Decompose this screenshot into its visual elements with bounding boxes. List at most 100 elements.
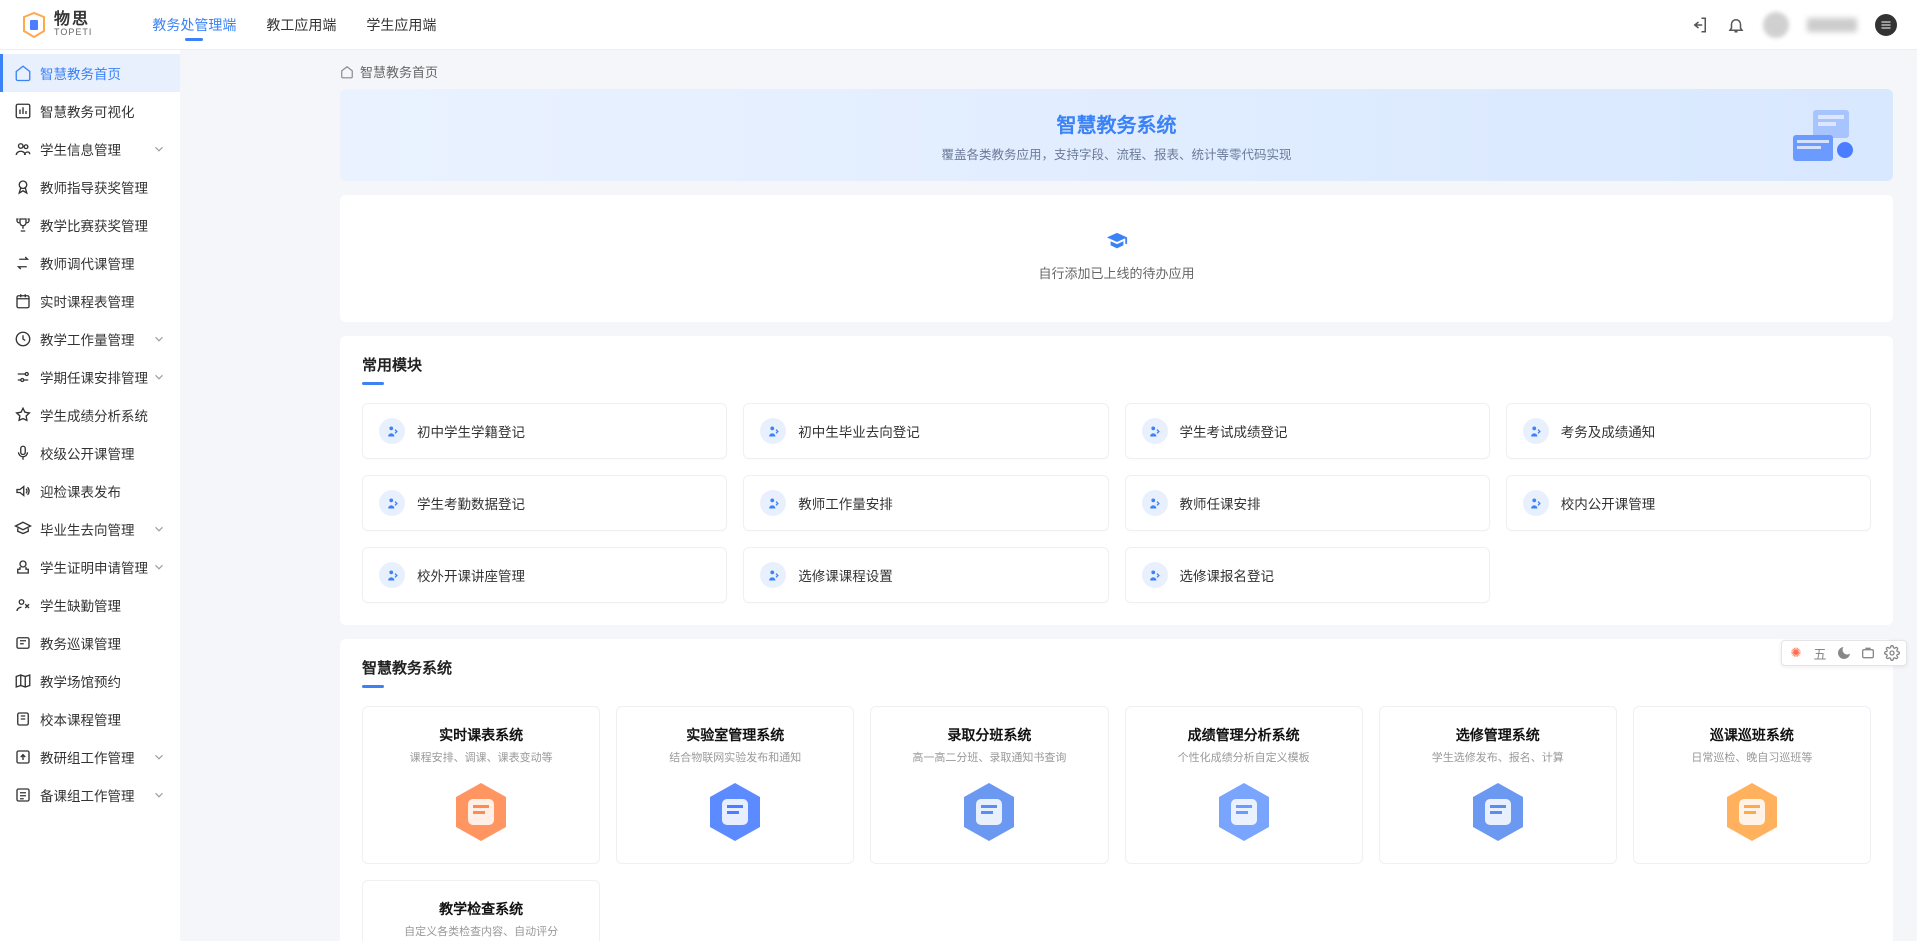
- system-subtitle: 学生选修发布、报名、计算: [1390, 749, 1606, 765]
- banner-illustration-icon: [1783, 100, 1863, 170]
- toolkit-icon[interactable]: [1860, 645, 1876, 661]
- logo-text-cn: 物思: [54, 12, 92, 28]
- system-card-3[interactable]: 成绩管理分析系统个性化成绩分析自定义模板: [1125, 706, 1363, 864]
- person-icon: [760, 562, 786, 588]
- top-tabs: 教务处管理端 教工应用端 学生应用端: [152, 1, 436, 49]
- person-icon: [379, 418, 405, 444]
- sidebar-item-16[interactable]: 教学场馆预约: [0, 662, 180, 700]
- module-card-2[interactable]: 学生考试成绩登记: [1125, 403, 1490, 459]
- sidebar-item-13[interactable]: 学生证明申请管理: [0, 548, 180, 586]
- system-card-5[interactable]: 巡课巡班系统日常巡检、晚自习巡班等: [1633, 706, 1871, 864]
- chevron-down-icon: [152, 788, 166, 802]
- map-icon: [14, 672, 32, 690]
- ime-toolbar: ✺ 五: [1781, 640, 1907, 666]
- sidebar-item-2[interactable]: 学生信息管理: [0, 130, 180, 168]
- module-label: 学生考试成绩登记: [1180, 421, 1288, 441]
- username-blur: [1807, 18, 1857, 32]
- banner-subtitle: 覆盖各类教务应用，支持字段、流程、报表、统计等零代码实现: [370, 144, 1863, 163]
- sidebar-item-10[interactable]: 校级公开课管理: [0, 434, 180, 472]
- sidebar-item-label: 学生缺勤管理: [40, 595, 121, 615]
- sound-icon: [14, 482, 32, 500]
- grad-icon: [14, 520, 32, 538]
- person-icon: [760, 418, 786, 444]
- sidebar-item-12[interactable]: 毕业生去向管理: [0, 510, 180, 548]
- tab-student[interactable]: 学生应用端: [366, 1, 436, 49]
- sidebar-item-17[interactable]: 校本课程管理: [0, 700, 180, 738]
- module-card-0[interactable]: 初中学生学籍登记: [362, 403, 727, 459]
- module-label: 初中生毕业去向登记: [798, 421, 920, 441]
- avatar[interactable]: [1763, 12, 1789, 38]
- sidebar-item-0[interactable]: 智慧教务首页: [0, 54, 180, 92]
- sidebar-item-14[interactable]: 学生缺勤管理: [0, 586, 180, 624]
- sidebar-item-18[interactable]: 教研组工作管理: [0, 738, 180, 776]
- common-modules-section: 常用模块 初中学生学籍登记初中生毕业去向登记学生考试成绩登记考务及成绩通知学生考…: [340, 336, 1893, 625]
- exit-icon[interactable]: [1691, 16, 1709, 34]
- system-subtitle: 结合物联网实验发布和通知: [627, 749, 843, 765]
- system-subtitle: 课程安排、调课、课表变动等: [373, 749, 589, 765]
- module-label: 学生考勤数据登记: [417, 493, 525, 513]
- module-card-5[interactable]: 教师工作量安排: [743, 475, 1108, 531]
- module-card-3[interactable]: 考务及成绩通知: [1506, 403, 1871, 459]
- system-illustration-icon: [446, 777, 516, 847]
- tab-teacher[interactable]: 教工应用端: [266, 1, 336, 49]
- system-card-2[interactable]: 录取分班系统高一高二分班、录取通知书查询: [870, 706, 1108, 864]
- chevron-down-icon: [152, 560, 166, 574]
- sidebar-item-4[interactable]: 教学比赛获奖管理: [0, 206, 180, 244]
- person-icon: [760, 490, 786, 516]
- book-icon: [14, 710, 32, 728]
- module-card-4[interactable]: 学生考勤数据登记: [362, 475, 727, 531]
- bell-icon[interactable]: [1727, 16, 1745, 34]
- chevron-down-icon: [152, 750, 166, 764]
- sidebar-item-8[interactable]: 学期任课安排管理: [0, 358, 180, 396]
- system-title: 成绩管理分析系统: [1136, 725, 1352, 745]
- calendar-icon: [14, 292, 32, 310]
- sidebar-item-19[interactable]: 备课组工作管理: [0, 776, 180, 814]
- sidebar-item-1[interactable]: 智慧教务可视化: [0, 92, 180, 130]
- tab-admin[interactable]: 教务处管理端: [152, 1, 236, 49]
- swap-icon: [14, 254, 32, 272]
- system-subtitle: 高一高二分班、录取通知书查询: [881, 749, 1097, 765]
- main-content: 智慧教务首页 智慧教务系统 覆盖各类教务应用，支持字段、流程、报表、统计等零代码…: [180, 50, 1917, 941]
- menu-badge-icon[interactable]: [1875, 14, 1897, 36]
- person-icon: [379, 562, 405, 588]
- systems-section: 智慧教务系统 实时课表系统课程安排、调课、课表变动等实验室管理系统结合物联网实验…: [340, 639, 1893, 941]
- sidebar-item-label: 教师调代课管理: [40, 253, 135, 273]
- sidebar-item-label: 教学场馆预约: [40, 671, 121, 691]
- person-icon: [1142, 490, 1168, 516]
- breadcrumb-label: 智慧教务首页: [360, 62, 438, 81]
- clock-icon: [14, 330, 32, 348]
- sidebar-item-label: 教务巡课管理: [40, 633, 121, 653]
- chevron-down-icon: [152, 332, 166, 346]
- module-card-7[interactable]: 校内公开课管理: [1506, 475, 1871, 531]
- sidebar-item-11[interactable]: 迎检课表发布: [0, 472, 180, 510]
- gear-icon[interactable]: [1884, 645, 1900, 661]
- sidebar-item-label: 教师指导获奖管理: [40, 177, 148, 197]
- sidebar-item-3[interactable]: 教师指导获奖管理: [0, 168, 180, 206]
- system-illustration-icon: [954, 777, 1024, 847]
- ime-label[interactable]: 五: [1812, 645, 1828, 661]
- module-label: 校外开课讲座管理: [417, 565, 525, 585]
- trophy-icon: [14, 216, 32, 234]
- system-card-0[interactable]: 实时课表系统课程安排、调课、课表变动等: [362, 706, 600, 864]
- sidebar-item-5[interactable]: 教师调代课管理: [0, 244, 180, 282]
- sidebar-item-9[interactable]: 学生成绩分析系统: [0, 396, 180, 434]
- system-card-4[interactable]: 选修管理系统学生选修发布、报名、计算: [1379, 706, 1617, 864]
- module-card-10[interactable]: 选修课报名登记: [1125, 547, 1490, 603]
- sidebar-item-15[interactable]: 教务巡课管理: [0, 624, 180, 662]
- paw-icon[interactable]: ✺: [1788, 645, 1804, 661]
- module-card-6[interactable]: 教师任课安排: [1125, 475, 1490, 531]
- header-right: [1691, 12, 1897, 38]
- moon-icon[interactable]: [1836, 645, 1852, 661]
- section-title-systems: 智慧教务系统: [362, 657, 1871, 688]
- sidebar-item-label: 学期任课安排管理: [40, 367, 148, 387]
- module-label: 选修课课程设置: [798, 565, 893, 585]
- module-card-8[interactable]: 校外开课讲座管理: [362, 547, 727, 603]
- system-card-1[interactable]: 实验室管理系统结合物联网实验发布和通知: [616, 706, 854, 864]
- module-card-9[interactable]: 选修课课程设置: [743, 547, 1108, 603]
- module-card-1[interactable]: 初中生毕业去向登记: [743, 403, 1108, 459]
- system-subtitle: 个性化成绩分析自定义模板: [1136, 749, 1352, 765]
- sidebar-item-6[interactable]: 实时课程表管理: [0, 282, 180, 320]
- sidebar-item-7[interactable]: 教学工作量管理: [0, 320, 180, 358]
- system-card-0[interactable]: 教学检查系统自定义各类检查内容、自动评分: [362, 880, 600, 941]
- system-title: 选修管理系统: [1390, 725, 1606, 745]
